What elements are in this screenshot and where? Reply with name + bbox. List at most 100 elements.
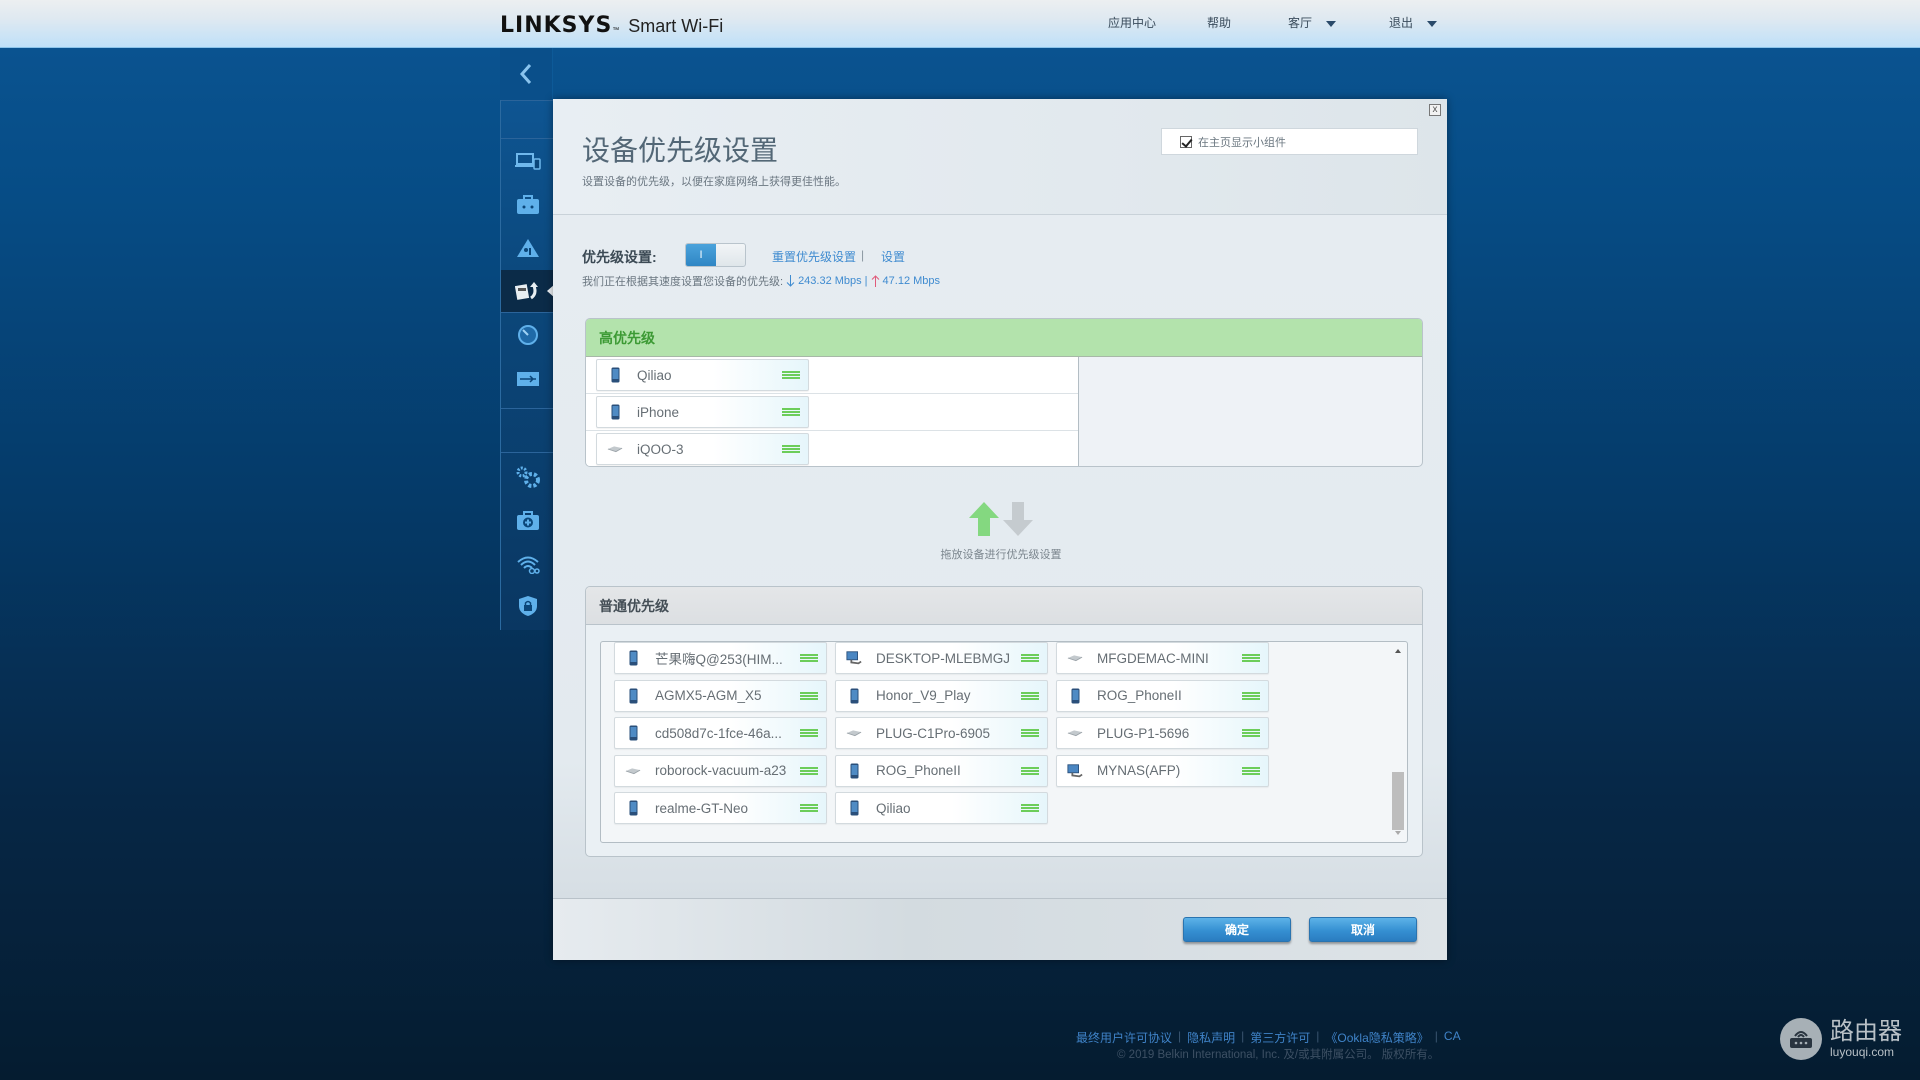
phone-icon bbox=[611, 404, 619, 420]
device-name: DESKTOP-MLEBMGJ bbox=[876, 650, 1011, 666]
device-card[interactable]: AGMX5-AGM_X5 bbox=[614, 679, 827, 712]
drag-handle-icon[interactable] bbox=[782, 408, 800, 416]
sidebar-item-devices[interactable] bbox=[501, 140, 554, 182]
drag-handle-icon[interactable] bbox=[1021, 804, 1039, 812]
phone-icon bbox=[629, 650, 637, 666]
drag-handle-icon[interactable] bbox=[800, 729, 818, 737]
reset-priority-link[interactable]: 重置优先级设置 bbox=[772, 248, 856, 265]
caret-down-icon bbox=[1427, 20, 1438, 27]
nav-help[interactable]: 帮助 bbox=[1207, 14, 1231, 31]
drag-handle-icon[interactable] bbox=[1021, 766, 1039, 775]
sidebar-item-parental-controls[interactable] bbox=[501, 227, 554, 269]
sidebar-item-security[interactable] bbox=[501, 585, 554, 627]
device-name: AGMX5-AGM_X5 bbox=[655, 688, 762, 703]
phone-icon bbox=[850, 800, 858, 816]
high-priority-list: Qiliao iPhone iQOO-3 bbox=[586, 357, 1079, 466]
device-type-icon bbox=[846, 799, 862, 817]
drag-handle-icon[interactable] bbox=[1242, 766, 1260, 775]
sidebar-item-speed-test[interactable] bbox=[501, 314, 554, 356]
sidebar-item-troubleshooting[interactable] bbox=[501, 500, 554, 542]
privacy-link[interactable]: 隐私声明 bbox=[1187, 1029, 1235, 1046]
priority-toggle[interactable]: I bbox=[685, 243, 746, 267]
device-card[interactable]: Honor_V9_Play bbox=[835, 679, 1048, 712]
normal-priority-panel: 普通优先级 芒果嗨Q@253(HIM... DESKTOP-MLEBMGJ MFGD… bbox=[585, 586, 1423, 857]
drag-handle-icon[interactable] bbox=[1021, 729, 1039, 737]
device-name: MFGDEMAC-MINI bbox=[1097, 650, 1209, 666]
ookla-privacy-link[interactable]: 《Ookla隐私策略》 bbox=[1325, 1029, 1428, 1046]
first-aid-kit-icon bbox=[516, 511, 539, 530]
drag-handle-icon[interactable] bbox=[782, 371, 800, 379]
cancel-button[interactable]: 取消 bbox=[1309, 917, 1417, 942]
device-card[interactable]: PLUG-P1-5696 bbox=[1056, 717, 1269, 749]
dialog-subtitle: 设置设备的优先级，以便在家庭网络上获得更佳性能。 bbox=[582, 176, 846, 188]
sidebar-item-connectivity[interactable] bbox=[501, 456, 554, 498]
device-card[interactable]: MYNAS(AFP) bbox=[1056, 754, 1269, 787]
phone-icon bbox=[850, 688, 858, 703]
device-card[interactable]: 芒果嗨Q@253(HIM... bbox=[614, 642, 827, 674]
phone-icon bbox=[611, 367, 619, 383]
settings-link[interactable]: 设置 bbox=[881, 248, 905, 265]
generic-device-icon bbox=[625, 767, 641, 774]
close-button[interactable]: x bbox=[1429, 104, 1441, 116]
device-name: PLUG-C1Pro-6905 bbox=[876, 725, 991, 741]
sidebar-item-wireless[interactable] bbox=[501, 543, 554, 585]
eula-link[interactable]: 最终用户许可协议 bbox=[1076, 1029, 1172, 1046]
device-card[interactable]: realme-GT-Neo bbox=[614, 792, 827, 824]
drag-handle-icon[interactable] bbox=[1021, 691, 1039, 700]
computer-icon bbox=[1067, 763, 1083, 777]
show-widget-checkbox[interactable]: 在主页显示小组件 bbox=[1161, 128, 1418, 155]
nav-logout-label: 退出 bbox=[1389, 16, 1414, 30]
device-card[interactable]: ROG_PhoneII bbox=[1056, 679, 1269, 712]
device-card[interactable]: ROG_PhoneII bbox=[835, 754, 1048, 787]
router-logo-icon bbox=[1780, 1018, 1822, 1060]
scroll-down-icon[interactable] bbox=[1395, 831, 1401, 835]
device-card[interactable]: cd508d7c-1fce-46a... bbox=[614, 717, 827, 749]
drag-handle-icon[interactable] bbox=[1242, 729, 1260, 737]
scroll-up-icon[interactable] bbox=[1395, 649, 1401, 653]
ok-button[interactable]: 确定 bbox=[1183, 917, 1291, 942]
drag-handle-icon[interactable] bbox=[800, 691, 818, 700]
device-type-icon bbox=[607, 366, 623, 384]
scrollbar[interactable] bbox=[1392, 645, 1404, 839]
top-bar: LINKSYS ™ Smart Wi-Fi 应用中心 帮助 客厅 退出 bbox=[0, 0, 1920, 48]
nav-app-center[interactable]: 应用中心 bbox=[1108, 14, 1156, 31]
device-card[interactable]: iPhone bbox=[596, 396, 809, 428]
device-card[interactable]: DESKTOP-MLEBMGJ bbox=[835, 642, 1048, 674]
device-card[interactable]: MFGDEMAC-MINI bbox=[1056, 642, 1269, 674]
drag-handle-icon[interactable] bbox=[800, 804, 818, 812]
drag-handle-icon[interactable] bbox=[1242, 654, 1260, 662]
ca-link[interactable]: CA bbox=[1444, 1029, 1461, 1046]
sidebar-item-media-prioritization[interactable] bbox=[501, 270, 555, 312]
link-separator: | bbox=[861, 248, 865, 262]
drag-handle-icon[interactable] bbox=[782, 445, 800, 453]
devices-icon bbox=[514, 153, 541, 170]
device-card[interactable]: iQOO-3 bbox=[596, 433, 809, 465]
scroll-thumb[interactable] bbox=[1392, 772, 1404, 830]
sidebar-collapse-button[interactable] bbox=[500, 48, 553, 100]
copyright: © 2019 Belkin International, Inc. 及/或其附属… bbox=[1117, 1049, 1440, 1061]
drag-handle-icon[interactable] bbox=[800, 654, 818, 662]
device-type-icon bbox=[846, 724, 862, 742]
drag-handle-icon[interactable] bbox=[800, 766, 818, 775]
drop-hint-text: 拖放设备进行优先级设置 bbox=[940, 549, 1062, 561]
upload-speed: 47.12 Mbps bbox=[882, 275, 941, 287]
drag-handle-icon[interactable] bbox=[1242, 691, 1260, 700]
device-type-icon bbox=[625, 687, 641, 705]
device-card[interactable]: Qiliao bbox=[596, 359, 809, 391]
device-type-icon bbox=[846, 649, 862, 667]
sidebar-item-external-storage[interactable] bbox=[501, 358, 554, 400]
device-type-icon bbox=[625, 649, 641, 667]
sidebar-item-guest-access[interactable] bbox=[501, 184, 554, 226]
drag-handle-icon[interactable] bbox=[1021, 654, 1039, 662]
device-card[interactable]: roborock-vacuum-a23 bbox=[614, 754, 827, 787]
nav-logout-dropdown[interactable]: 退出 bbox=[1389, 14, 1438, 31]
nav-location-dropdown[interactable]: 客厅 bbox=[1288, 14, 1337, 31]
media-prioritization-icon bbox=[514, 282, 538, 300]
device-card[interactable]: PLUG-C1Pro-6905 bbox=[835, 717, 1048, 749]
high-priority-title: 高优先级 bbox=[586, 319, 1422, 357]
device-card[interactable]: Qiliao bbox=[835, 792, 1048, 824]
third-party-license-link[interactable]: 第三方许可 bbox=[1250, 1029, 1310, 1046]
high-priority-panel: 高优先级 Qiliao iPhone iQOO-3 bbox=[585, 318, 1423, 467]
linksys-logo: LINKSYS ™ Smart Wi-Fi bbox=[500, 13, 723, 38]
device-name: iQOO-3 bbox=[637, 441, 684, 457]
